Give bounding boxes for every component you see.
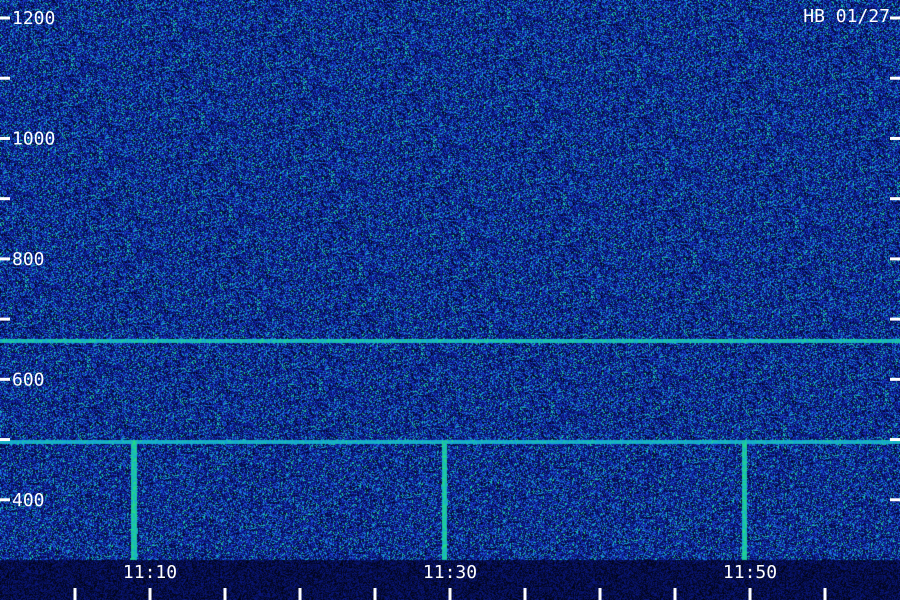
chart-title: HB 01/27 (803, 6, 890, 27)
y-tick-label: 1000 (12, 128, 55, 149)
x-axis-ticks: 11:10 11:30 11:50 (73, 562, 827, 600)
y-axis-ticks: 1200 1000 800 600 400 (0, 8, 900, 511)
x-tick-label: 11:10 (123, 562, 177, 583)
y-tick-label: 1200 (12, 8, 55, 29)
y-tick-label: 800 (12, 249, 45, 270)
y-tick-label: 600 (12, 369, 45, 390)
spectrogram-chart: 1200 1000 800 600 400 11:10 11:30 11:50 HB 01/… (0, 6, 900, 600)
y-tick-label: 400 (12, 490, 45, 511)
x-tick-label: 11:30 (423, 562, 477, 583)
x-tick-label: 11:50 (723, 562, 777, 583)
